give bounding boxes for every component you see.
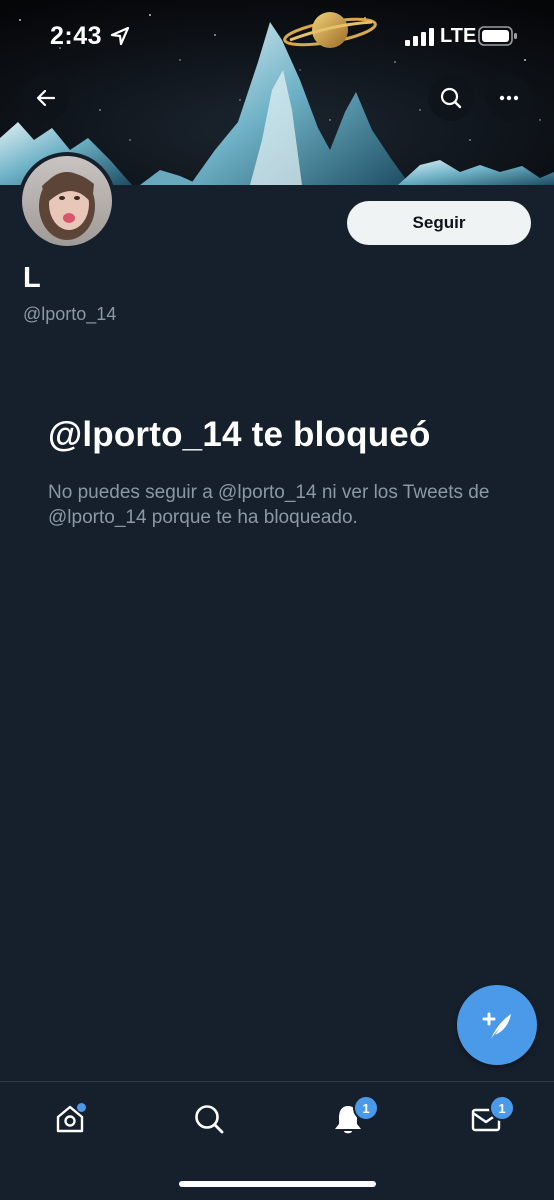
cellular-signal-icon: [405, 28, 434, 46]
status-time: 2:43: [50, 22, 103, 50]
profile-display-name: L: [23, 262, 41, 294]
more-options-button[interactable]: [486, 75, 532, 121]
follow-button[interactable]: Seguir: [347, 201, 531, 245]
nav-messages-tab[interactable]: 1: [461, 1095, 515, 1141]
compose-feather-icon: [482, 1012, 511, 1039]
profile-username: @lporto_14: [23, 304, 117, 324]
notifications-count-badge: 1: [353, 1095, 379, 1121]
location-arrow-icon: [110, 26, 130, 46]
nav-notifications-tab[interactable]: 1: [323, 1095, 379, 1141]
back-button[interactable]: [23, 75, 69, 121]
blocked-notice-message: No puedes seguir a @lporto_14 ni ver los…: [48, 482, 490, 528]
arrow-left-icon: [36, 89, 56, 107]
home-new-content-dot: [77, 1103, 86, 1112]
profile-avatar[interactable]: [18, 152, 116, 250]
nav-home-tab[interactable]: [45, 1097, 95, 1141]
nav-search-tab[interactable]: [184, 1097, 234, 1141]
search-icon: [195, 1105, 224, 1134]
battery-icon: [478, 26, 517, 46]
blocked-notice-title: @lporto_14 te bloqueó: [48, 415, 431, 454]
messages-count-badge: 1: [489, 1095, 515, 1121]
home-indicator[interactable]: [179, 1181, 376, 1187]
profile-screen: 2:43 LTE Seguir L @lporto_14 @lporto_14 …: [0, 0, 554, 1200]
search-icon: [440, 87, 462, 109]
search-profile-button[interactable]: [428, 75, 474, 121]
more-horizontal-icon: [499, 95, 519, 101]
network-type-label: LTE: [440, 25, 477, 47]
compose-tweet-button[interactable]: [457, 985, 537, 1065]
status-bar: 2:43 LTE: [0, 0, 554, 70]
